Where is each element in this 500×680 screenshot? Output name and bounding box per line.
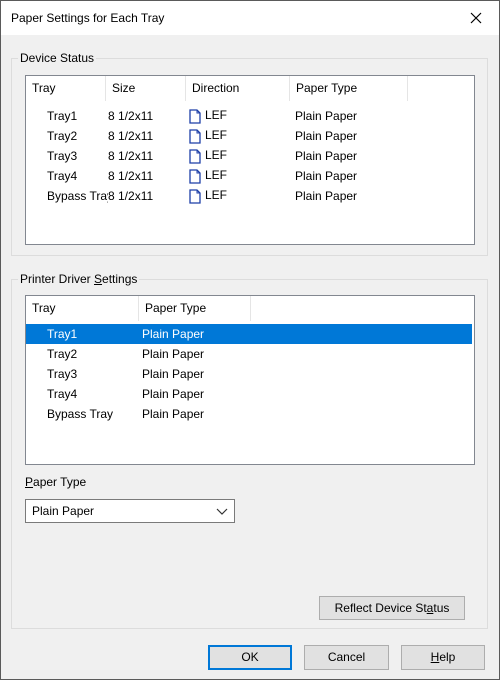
ok-button[interactable]: OK xyxy=(208,645,292,670)
portrait-page-icon xyxy=(189,149,201,164)
column-header-paper-type[interactable]: Paper Type xyxy=(290,76,408,101)
device-status-header: Tray Size Direction Paper Type xyxy=(26,76,408,101)
direction-cell: LEF xyxy=(189,128,295,144)
device-status-row[interactable]: Tray1 8 1/2x11 LEF Plain Paper xyxy=(26,106,474,126)
driver-settings-list[interactable]: Tray Paper Type Tray1 Plain Paper Tray2 Pla… xyxy=(25,295,475,465)
title-bar: Paper Settings for Each Tray xyxy=(1,1,499,35)
tray-cell: Tray3 xyxy=(47,367,78,381)
column-header-paper-type[interactable]: Paper Type xyxy=(139,296,251,321)
help-button[interactable]: Help xyxy=(401,645,485,670)
close-button[interactable] xyxy=(453,1,499,35)
driver-settings-header: Tray Paper Type xyxy=(26,296,251,321)
size-cell: 8 1/2x11 xyxy=(108,109,154,123)
device-status-row[interactable]: Bypass Tray 8 1/2x11 LEF Plain Paper xyxy=(26,186,474,206)
column-header-direction[interactable]: Direction xyxy=(186,76,290,101)
direction-cell: LEF xyxy=(189,168,295,184)
device-status-list[interactable]: Tray Size Direction Paper Type Tray1 8 1/… xyxy=(25,75,475,245)
tray-cell: Tray3 xyxy=(47,149,78,163)
dialog-window: Paper Settings for Each Tray Device Stat… xyxy=(0,0,500,680)
tray-cell: Tray4 xyxy=(47,387,78,401)
paper-type-cell: Plain Paper xyxy=(142,367,205,381)
column-header-tray[interactable]: Tray xyxy=(26,76,106,101)
window-title: Paper Settings for Each Tray xyxy=(11,11,165,25)
paper-type-cell: Plain Paper xyxy=(295,109,358,123)
tray-cell: Bypass Tray xyxy=(47,407,114,421)
direction-label: LEF xyxy=(205,188,228,203)
paper-type-cell: Plain Paper xyxy=(295,149,358,163)
device-status-label: Device Status xyxy=(18,51,97,65)
driver-settings-row[interactable]: Tray2 Plain Paper xyxy=(26,344,472,364)
tray-cell: Tray2 xyxy=(47,347,78,361)
driver-settings-row[interactable]: Tray3 Plain Paper xyxy=(26,364,472,384)
device-status-row[interactable]: Tray3 8 1/2x11 LEF Plain Paper xyxy=(26,146,474,166)
driver-settings-row[interactable]: Tray1 Plain Paper xyxy=(26,324,472,344)
paper-type-value: Plain Paper xyxy=(32,504,95,518)
device-status-row[interactable]: Tray4 8 1/2x11 LEF Plain Paper xyxy=(26,166,474,186)
tray-cell: Bypass Tray xyxy=(47,189,108,203)
direction-label: LEF xyxy=(205,148,228,163)
cancel-button[interactable]: Cancel xyxy=(304,645,389,670)
direction-cell: LEF xyxy=(189,188,295,204)
paper-type-cell: Plain Paper xyxy=(142,407,205,421)
direction-label: LEF xyxy=(205,128,228,143)
reflect-device-status-button[interactable]: Reflect Device Status xyxy=(319,596,465,620)
tray-cell: Tray1 xyxy=(47,327,78,341)
paper-type-cell: Plain Paper xyxy=(295,189,358,203)
size-cell: 8 1/2x11 xyxy=(108,189,154,203)
direction-label: LEF xyxy=(205,108,228,123)
size-cell: 8 1/2x11 xyxy=(108,129,154,143)
driver-settings-row[interactable]: Bypass Tray Plain Paper xyxy=(26,404,472,424)
paper-type-label: Paper Type xyxy=(25,475,87,489)
paper-type-cell: Plain Paper xyxy=(142,327,205,341)
tray-cell: Tray1 xyxy=(47,109,78,123)
direction-cell: LEF xyxy=(189,148,295,164)
direction-label: LEF xyxy=(205,168,228,183)
direction-cell: LEF xyxy=(189,108,295,124)
paper-type-cell: Plain Paper xyxy=(142,387,205,401)
portrait-page-icon xyxy=(189,169,201,184)
column-header-tray[interactable]: Tray xyxy=(26,296,139,321)
paper-type-cell: Plain Paper xyxy=(295,129,358,143)
paper-type-cell: Plain Paper xyxy=(295,169,358,183)
size-cell: 8 1/2x11 xyxy=(108,169,154,183)
tray-cell: Tray2 xyxy=(47,129,78,143)
portrait-page-icon xyxy=(189,189,201,204)
portrait-page-icon xyxy=(189,129,201,144)
column-header-size[interactable]: Size xyxy=(106,76,186,101)
driver-settings-label: Printer Driver Settings xyxy=(18,272,140,286)
size-cell: 8 1/2x11 xyxy=(108,149,154,163)
driver-settings-row[interactable]: Tray4 Plain Paper xyxy=(26,384,472,404)
chevron-down-icon xyxy=(216,508,228,515)
portrait-page-icon xyxy=(189,109,201,124)
close-icon xyxy=(470,12,482,24)
device-status-row[interactable]: Tray2 8 1/2x11 LEF Plain Paper xyxy=(26,126,474,146)
tray-cell: Tray4 xyxy=(47,169,78,183)
paper-type-cell: Plain Paper xyxy=(142,347,205,361)
paper-type-select[interactable]: Plain Paper xyxy=(25,499,235,523)
